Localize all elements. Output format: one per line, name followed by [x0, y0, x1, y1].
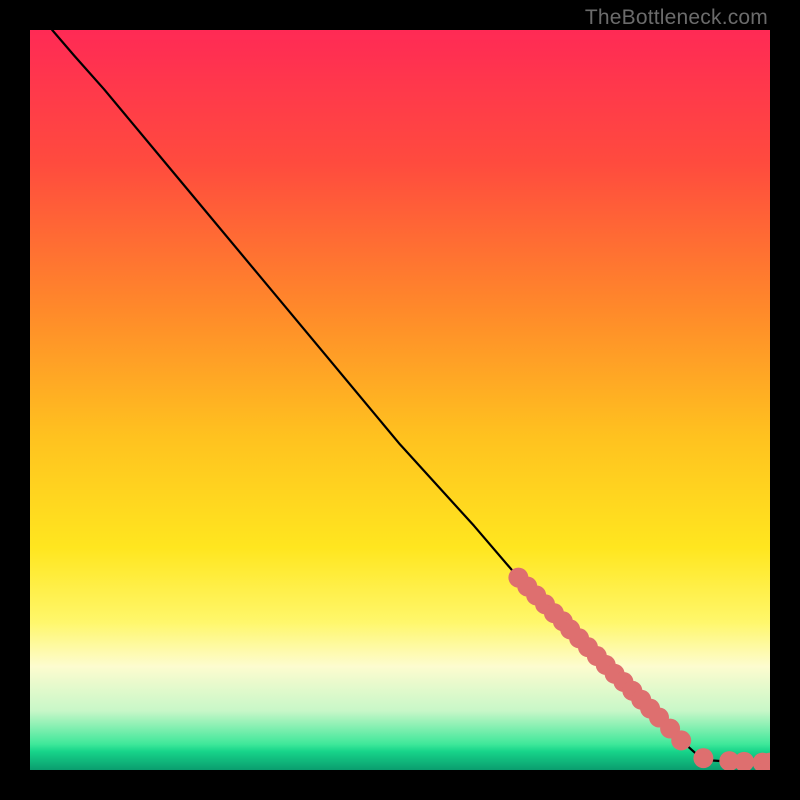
plot-area: [30, 30, 770, 770]
data-marker: [671, 730, 691, 750]
attribution-text: TheBottleneck.com: [585, 6, 768, 30]
data-marker: [693, 748, 713, 768]
chart-frame: TheBottleneck.com: [0, 0, 800, 800]
gradient-background: [30, 30, 770, 770]
chart-svg: [30, 30, 770, 770]
